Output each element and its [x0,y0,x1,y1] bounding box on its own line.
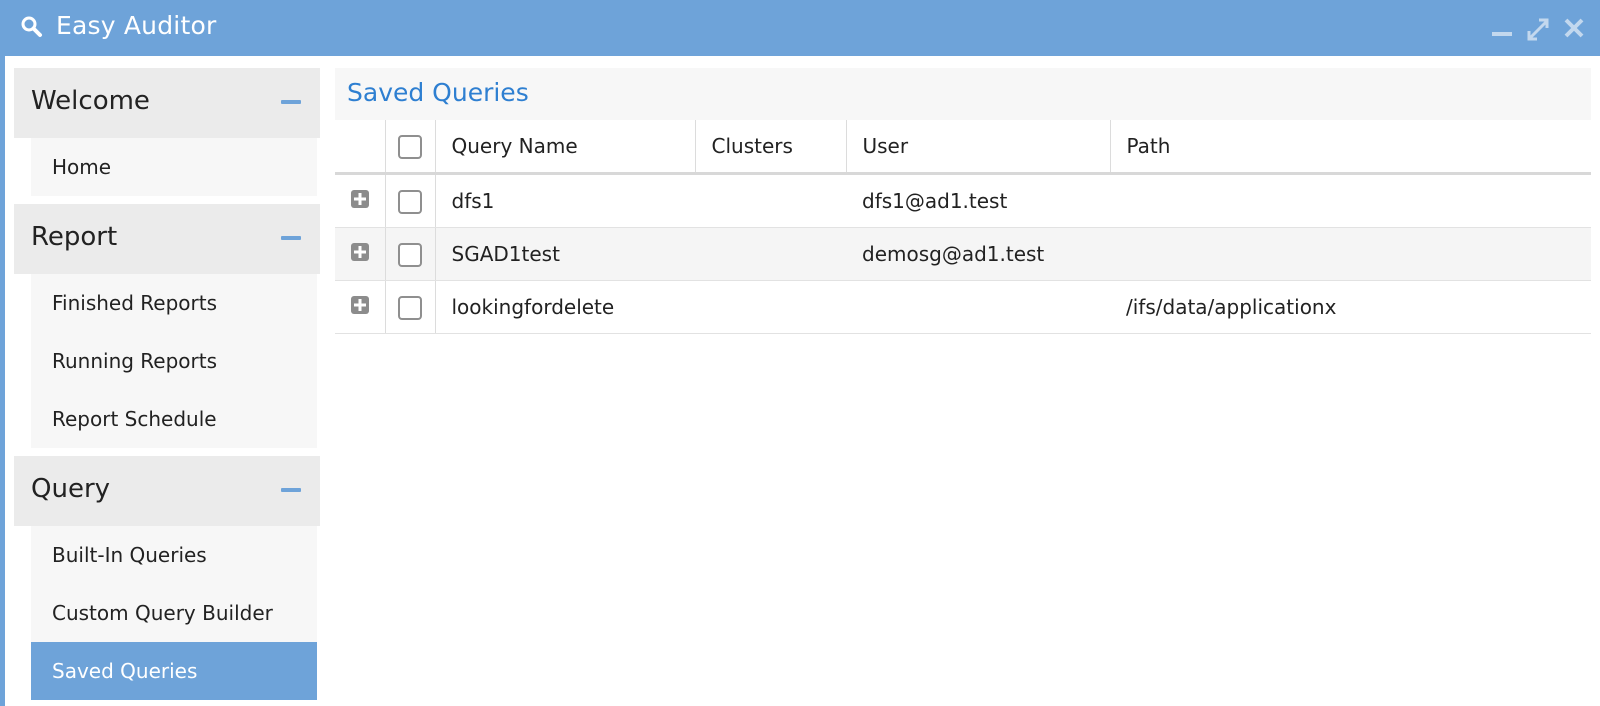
row-checkbox[interactable] [398,295,422,320]
select-all-cell [385,120,436,175]
cell-user: dfs1@ad1.test [846,173,1110,228]
sidebar-item-built-in-queries[interactable]: Built-In Queries [31,526,317,584]
search-icon[interactable] [20,15,44,43]
sidebar-item-running-reports[interactable]: Running Reports [31,332,317,390]
cell-path: /ifs/data/applicationx [1110,280,1591,334]
panel-header: Saved Queries [335,68,1591,120]
sidebar-item-finished-reports[interactable]: Finished Reports [31,274,317,332]
cell-path [1110,173,1591,228]
expand-column-header [335,120,386,175]
cell-query-name: SGAD1test [435,227,695,281]
sidebar-item-home[interactable]: Home [31,138,317,196]
cell-query-name: lookingfordelete [435,280,695,334]
section-label: Query [31,474,111,504]
window-controls [1490,14,1586,42]
cell-clusters [695,280,846,334]
row-checkbox[interactable] [398,189,422,214]
section-items-welcome: Home [31,138,317,196]
section-header-welcome[interactable]: Welcome [14,68,320,138]
row-checkbox[interactable] [398,242,422,267]
close-icon[interactable] [1562,14,1586,42]
column-header-user[interactable]: User [846,120,1111,175]
cell-query-name: dfs1 [435,173,695,228]
maximize-icon[interactable] [1526,14,1550,42]
table-header-row: Query Name Clusters User Path [335,120,1591,175]
table-row[interactable]: lookingfordelete /ifs/data/applicationx [335,280,1591,334]
column-header-path[interactable]: Path [1110,120,1591,175]
page-title: Saved Queries [347,78,529,107]
expand-row-icon[interactable] [350,189,370,214]
cell-clusters [695,173,846,228]
app-title: Easy Auditor [56,11,217,40]
window-border [0,56,5,706]
section-label: Welcome [31,86,150,116]
section-items-report: Finished Reports Running Reports Report … [31,274,317,448]
main-panel: Saved Queries Query Name Clusters User P… [335,68,1591,334]
sidebar-item-custom-query-builder[interactable]: Custom Query Builder [31,584,317,642]
expand-row-icon[interactable] [350,295,370,320]
collapse-icon[interactable] [281,236,301,240]
table-row[interactable]: dfs1 dfs1@ad1.test [335,173,1591,228]
sidebar: Welcome Home Report Finished Reports Run… [14,68,320,700]
cell-clusters [695,227,846,281]
cell-path [1110,227,1591,281]
title-bar: Easy Auditor [0,0,1600,56]
saved-queries-table: Query Name Clusters User Path dfs1 dfs1@… [335,120,1591,334]
column-header-query-name[interactable]: Query Name [435,120,696,175]
sidebar-item-report-schedule[interactable]: Report Schedule [31,390,317,448]
section-header-query[interactable]: Query [14,456,320,526]
cell-user [846,280,1110,334]
collapse-icon[interactable] [281,100,301,104]
select-all-checkbox[interactable] [398,134,422,159]
section-header-report[interactable]: Report [14,204,320,274]
sidebar-item-saved-queries[interactable]: Saved Queries [31,642,317,700]
collapse-icon[interactable] [281,488,301,492]
cell-user: demosg@ad1.test [846,227,1110,281]
table-row[interactable]: SGAD1test demosg@ad1.test [335,227,1591,281]
expand-row-icon[interactable] [350,242,370,267]
section-label: Report [31,222,118,252]
minimize-icon[interactable] [1490,14,1514,42]
column-header-clusters[interactable]: Clusters [695,120,847,175]
section-items-query: Built-In Queries Custom Query Builder Sa… [31,526,317,700]
